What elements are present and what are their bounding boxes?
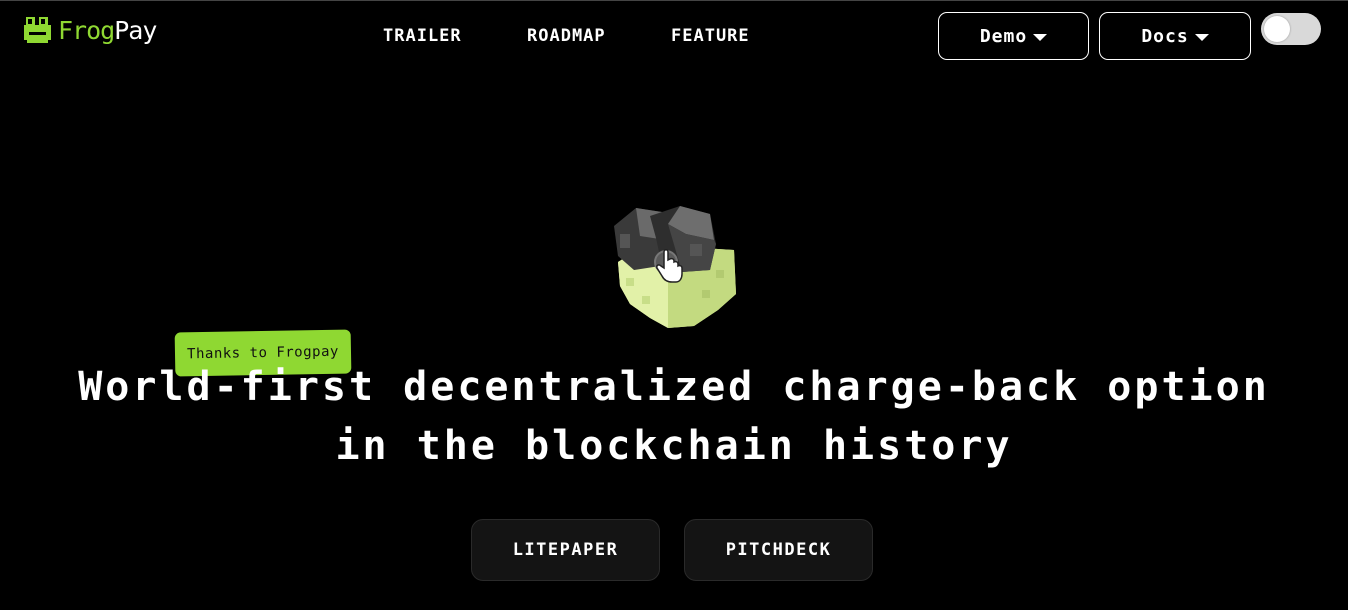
docs-dropdown-label: Docs (1141, 25, 1189, 47)
logo-wordmark-frog: Frog (58, 16, 115, 45)
nav-item-roadmap[interactable]: ROADMAP (527, 22, 606, 50)
docs-dropdown-button[interactable]: Docs (1099, 12, 1251, 60)
top-border (0, 0, 1348, 1)
brand-logo[interactable]: FrogPay (22, 14, 157, 48)
demo-dropdown-button[interactable]: Demo (938, 12, 1089, 60)
hero-headline-line1: World-first decentralized charge-back op… (78, 364, 1270, 410)
theme-toggle[interactable] (1261, 13, 1321, 45)
chevron-down-icon (1033, 33, 1048, 41)
chevron-down-icon (1194, 33, 1209, 41)
hero-headline: World-first decentralized charge-back op… (0, 358, 1348, 476)
logo-wordmark-pay: Pay (114, 16, 157, 45)
litepaper-button[interactable]: LITEPAPER (471, 519, 660, 581)
pitchdeck-button[interactable]: PITCHDECK (684, 519, 873, 581)
toggle-knob (1264, 16, 1290, 42)
frog-icon (22, 15, 54, 47)
voxel-frog-hand-icon (606, 200, 746, 332)
hero-headline-line2: in the blockchain history (335, 423, 1013, 469)
nav-item-feature[interactable]: FEATURE (671, 22, 750, 50)
logo-wordmark: FrogPay (58, 14, 157, 48)
demo-dropdown-label: Demo (979, 25, 1028, 47)
nav-item-trailer[interactable]: TRAILER (383, 22, 462, 50)
